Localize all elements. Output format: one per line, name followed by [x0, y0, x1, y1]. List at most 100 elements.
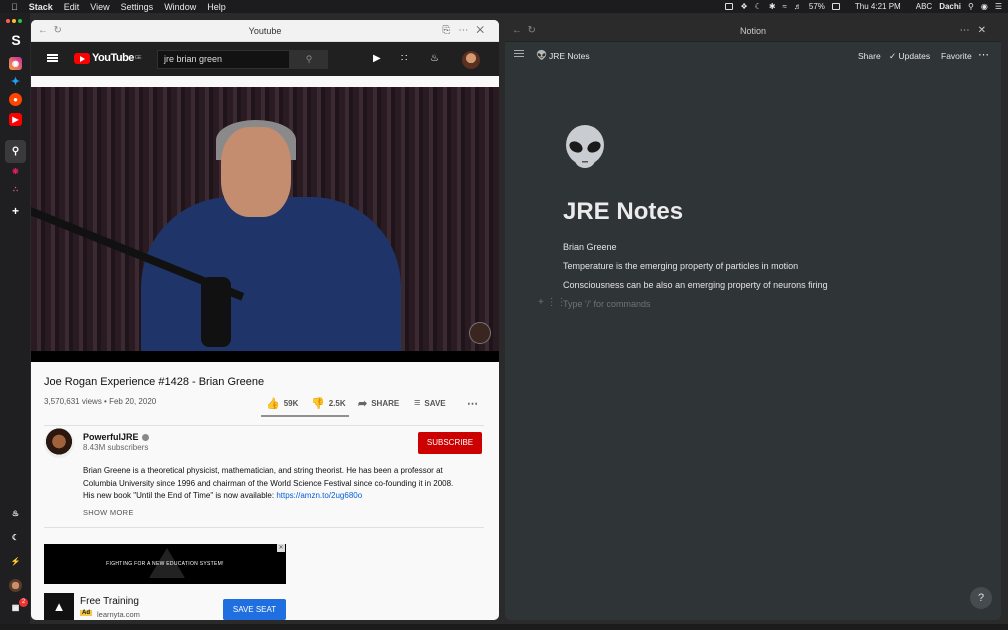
youtube-logo[interactable]: YouTube GE	[74, 52, 142, 64]
share-label: SHARE	[371, 399, 400, 408]
youtube-titlebar: ← ↻ Youtube ⎘⋯✕	[31, 20, 499, 42]
search-input[interactable]: jre brian green	[157, 50, 290, 69]
alien-page-icon: 👽	[536, 50, 548, 60]
input-source[interactable]: ABC	[916, 2, 932, 11]
spotlight-icon[interactable]: ⚲	[968, 2, 974, 11]
page-title[interactable]: JRE Notes	[563, 198, 683, 226]
menu-edit[interactable]: Edit	[64, 2, 80, 12]
ad-title[interactable]: Free Training	[80, 596, 139, 607]
minimize-dot[interactable]	[12, 19, 16, 23]
video-person-head	[221, 127, 291, 217]
breadcrumb[interactable]: JRE Notes	[549, 51, 590, 61]
stack-logo-icon[interactable]: S	[9, 32, 23, 48]
divider	[44, 527, 484, 528]
zoom-dot[interactable]	[18, 19, 22, 23]
ad-banner[interactable]: FIGHTING FOR A NEW EDUCATION SYSTEM!	[44, 544, 286, 584]
clock[interactable]: Thu 4:21 PM	[855, 2, 901, 11]
video-player[interactable]	[31, 87, 499, 362]
like-count: 59K	[283, 399, 299, 408]
apple-menu-icon[interactable]: 	[11, 2, 18, 12]
like-button[interactable]: 👍 59K	[266, 397, 298, 410]
siri-icon[interactable]: ◉	[981, 2, 988, 11]
reddit-icon[interactable]: ●	[9, 93, 22, 106]
more-options-icon[interactable]: ⋯	[978, 48, 990, 61]
asana-icon[interactable]: ∴	[9, 183, 22, 196]
updates-label: Updates	[898, 51, 931, 61]
verified-icon	[141, 434, 149, 442]
advertiser-logo[interactable]: ▲	[44, 593, 74, 620]
slack-icon[interactable]: ❋	[9, 165, 22, 178]
menu-window[interactable]: Window	[164, 2, 196, 12]
dropbox-icon[interactable]: ❖	[740, 2, 747, 11]
window-controls[interactable]: ⎘⋯✕	[442, 25, 492, 36]
dislike-button[interactable]: 👎 2.5K	[311, 397, 346, 410]
night-shift-icon[interactable]: ☾	[755, 2, 762, 11]
player-controls-bar[interactable]	[31, 351, 499, 362]
menu-app-name[interactable]: Stack	[29, 2, 53, 12]
thumbs-down-icon: 👎	[311, 398, 325, 410]
battery-percent[interactable]: 57%	[809, 2, 825, 11]
close-dot[interactable]	[6, 19, 10, 23]
twitter-icon[interactable]: ✦	[9, 75, 22, 88]
battery-icon	[831, 3, 840, 10]
help-button[interactable]: ?	[970, 587, 992, 609]
screen-record-icon[interactable]	[725, 3, 734, 10]
notifications-bell-icon[interactable]: ♨	[430, 53, 439, 64]
profile-avatar[interactable]	[9, 579, 22, 592]
subscribe-button[interactable]: SUBSCRIBE	[418, 432, 482, 454]
empty-block-placeholder[interactable]: Type '/' for commands	[563, 299, 650, 309]
youtube-icon[interactable]: ▶	[9, 113, 22, 126]
instagram-icon[interactable]: ◉	[9, 57, 22, 70]
updates-button[interactable]: ✓ Updates	[889, 51, 930, 62]
youtube-logo-text: YouTube	[92, 52, 134, 64]
youtube-header: YouTube GE jre brian green ⚲ ▶ ∷ ♨	[31, 42, 499, 76]
add-app-icon[interactable]: +	[9, 204, 22, 218]
create-video-icon[interactable]: ▶	[373, 53, 381, 64]
volume-icon[interactable]: ♬	[794, 2, 802, 11]
menu-view[interactable]: View	[90, 2, 109, 12]
ad-info-icon[interactable]: ✕	[277, 544, 285, 552]
apps-grid-icon[interactable]: ∷	[401, 53, 407, 64]
window-bottom-strip	[0, 624, 1008, 630]
account-avatar[interactable]	[462, 51, 480, 69]
menu-help[interactable]: Help	[207, 2, 226, 12]
notifications-icon[interactable]: ♨	[9, 507, 22, 520]
window-title: Notion	[739, 25, 766, 36]
youtube-region: GE	[134, 55, 142, 61]
text-block[interactable]: Temperature is the emerging property of …	[563, 261, 798, 271]
more-actions-button[interactable]: ⋯	[467, 397, 478, 410]
channel-name[interactable]: PowerfulJRE	[83, 432, 149, 442]
sidebar-toggle-icon[interactable]	[514, 50, 524, 57]
ad-cta-button[interactable]: SAVE SEAT	[223, 599, 286, 620]
youtube-window: ← ↻ Youtube ⎘⋯✕ YouTube GE jre brian gre…	[31, 20, 499, 620]
description-link[interactable]: https://amzn.to/2ug680o	[276, 491, 362, 500]
window-controls[interactable]: ⋯✕	[960, 25, 994, 36]
video-meta: 3,570,631 views • Feb 20, 2020	[44, 397, 157, 406]
lightning-icon[interactable]: ⚡	[9, 555, 22, 568]
search-icon[interactable]: ⚲	[9, 145, 22, 158]
save-button[interactable]: ≡ SAVE	[414, 397, 446, 409]
share-button[interactable]: Share	[858, 51, 881, 61]
bluetooth-icon[interactable]: ✱	[769, 2, 776, 11]
user-name[interactable]: Dachi	[939, 2, 961, 11]
menu-settings[interactable]: Settings	[121, 2, 154, 12]
show-more-button[interactable]: SHOW MORE	[83, 508, 134, 517]
more-horizontal-icon: ⋯	[467, 398, 478, 410]
dark-mode-icon[interactable]: ☾	[9, 531, 22, 544]
thumbs-up-icon: 👍	[266, 398, 280, 410]
notification-center-icon[interactable]: ☰	[995, 2, 1002, 11]
video-microphone	[201, 277, 231, 347]
hamburger-menu-icon[interactable]	[47, 54, 58, 62]
wifi-icon[interactable]: ≈	[783, 2, 787, 11]
channel-watermark[interactable]	[469, 322, 491, 344]
ad-badge: Ad	[80, 610, 92, 616]
alien-page-icon[interactable]	[562, 124, 608, 170]
text-block[interactable]: Consciousness can be also an emerging pr…	[563, 280, 828, 290]
share-button[interactable]: ➦ SHARE	[358, 397, 399, 410]
text-block[interactable]: Brian Greene	[563, 242, 617, 252]
search-button-icon[interactable]: ⚲	[290, 50, 328, 69]
like-ratio-bar	[261, 415, 349, 417]
share-arrow-icon: ➦	[358, 398, 368, 410]
channel-avatar[interactable]	[44, 428, 74, 458]
favorite-button[interactable]: Favorite	[941, 51, 972, 61]
